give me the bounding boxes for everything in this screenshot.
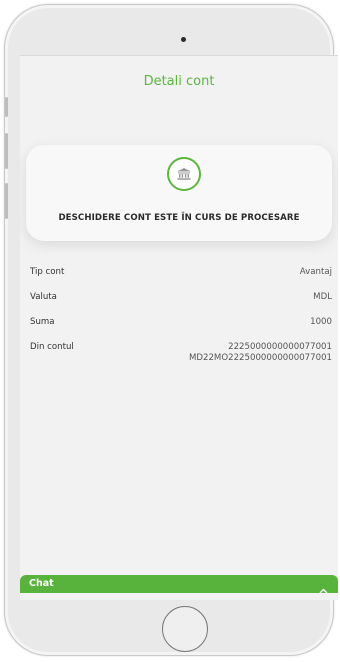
- phone-frame: Detali cont DESCHIDERE CONT ESTE ÎN CURS…: [4, 4, 338, 656]
- home-button[interactable]: [162, 606, 208, 652]
- page-title: Detali cont: [143, 74, 215, 89]
- bank-icon: [167, 157, 201, 191]
- side-button-volume-down: [5, 183, 8, 219]
- detail-value-iban: MD22MO2225000000000077001: [188, 353, 332, 363]
- detail-label: Valuta: [30, 292, 57, 302]
- status-message: DESCHIDERE CONT ESTE ÎN CURS DE PROCESAR…: [58, 213, 300, 223]
- app-screen: Detali cont DESCHIDERE CONT ESTE ÎN CURS…: [20, 55, 338, 600]
- chat-bar[interactable]: Chat: [20, 575, 338, 594]
- detail-value: 1000: [310, 317, 332, 327]
- side-button-mute: [5, 97, 8, 117]
- detail-value-account-number: 2225000000000077001: [228, 342, 332, 352]
- detail-label: Suma: [30, 317, 55, 327]
- detail-label: Tip cont: [30, 267, 65, 277]
- chat-label: Chat: [29, 578, 54, 589]
- side-button-volume-up: [5, 133, 8, 169]
- chevron-up-icon[interactable]: [319, 579, 328, 598]
- front-camera: [181, 37, 186, 42]
- divider: [20, 55, 338, 56]
- detail-value: MDL: [313, 292, 332, 302]
- detail-value: Avantaj: [299, 267, 332, 277]
- detail-label: Din contul: [30, 342, 74, 352]
- status-card: DESCHIDERE CONT ESTE ÎN CURS DE PROCESAR…: [26, 145, 332, 241]
